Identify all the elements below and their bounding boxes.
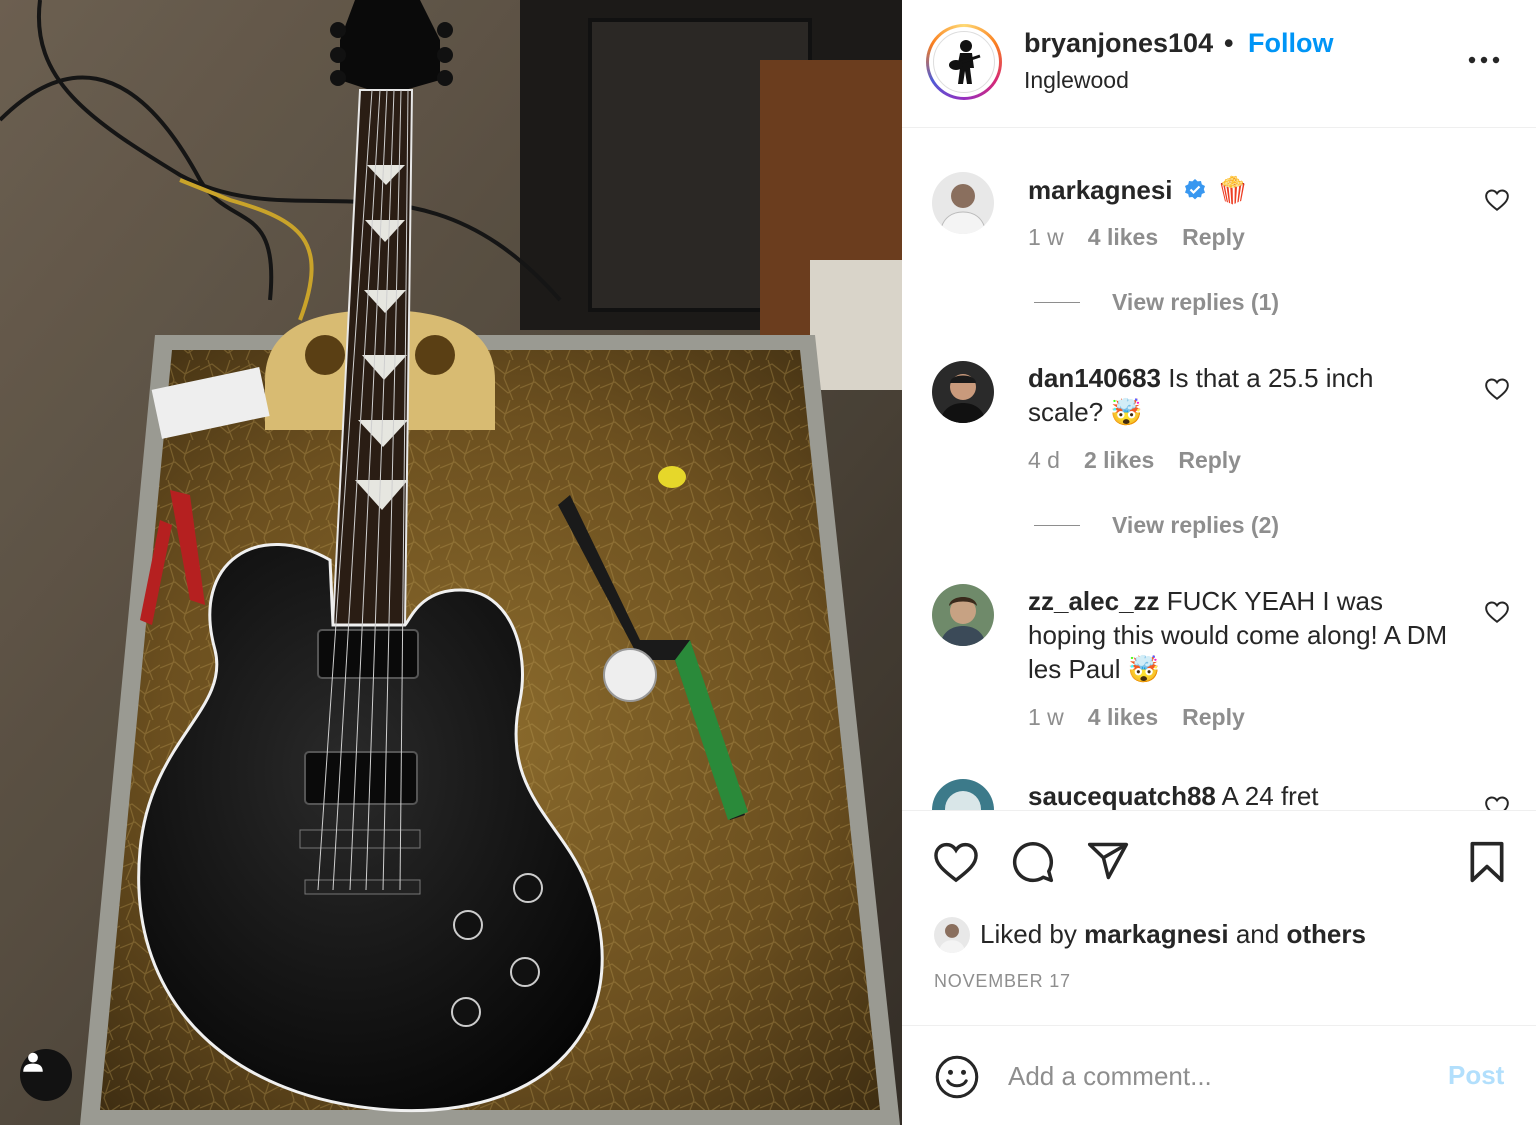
comment-time[interactable]: 1 w [1028, 704, 1064, 731]
avatar-photo [932, 361, 994, 423]
emoji-button[interactable] [934, 1054, 980, 1100]
comment-username[interactable]: dan140683 [1028, 363, 1161, 393]
heart-icon [1485, 189, 1509, 211]
liked-by-avatar[interactable] [934, 917, 970, 953]
view-replies-line [1034, 525, 1080, 526]
comment-username[interactable]: saucequatch88 [1028, 781, 1216, 810]
comment-emoji: 🍿 [1216, 175, 1249, 205]
heart-icon [1485, 378, 1509, 400]
commenter-avatar[interactable] [932, 779, 994, 810]
separator-dot: • [1224, 28, 1234, 58]
comment-time[interactable]: 4 d [1028, 447, 1060, 474]
liked-by-prefix: Liked by [980, 919, 1077, 949]
avatar-photo [932, 584, 994, 646]
bookmark-icon [1470, 841, 1504, 883]
follow-button[interactable]: Follow [1248, 28, 1333, 59]
comment-likes[interactable]: 2 likes [1084, 447, 1154, 474]
commenter-avatar[interactable] [932, 361, 994, 423]
liked-by-others[interactable]: others [1286, 919, 1365, 949]
comment-like-button[interactable] [1484, 794, 1510, 810]
author-avatar [933, 31, 995, 93]
avatar-photo [934, 917, 970, 953]
post-details-panel: bryanjones104 • Follow Inglewood markagn… [902, 0, 1536, 1125]
comment-input[interactable] [1008, 1056, 1428, 1096]
avatar-photo [932, 779, 994, 810]
comments-list[interactable]: markagnesi 🍿 1 w 4 likes Reply View repl… [902, 129, 1536, 810]
commenter-avatar[interactable] [932, 172, 994, 234]
comment-meta: 1 w 4 likes Reply [1028, 224, 1245, 251]
reply-button[interactable]: Reply [1178, 447, 1241, 474]
like-button[interactable] [932, 838, 980, 886]
post-header: bryanjones104 • Follow Inglewood [902, 0, 1536, 128]
avatar-photo [932, 172, 994, 234]
comment-username[interactable]: markagnesi [1028, 173, 1173, 207]
emoji-icon [935, 1055, 979, 1099]
verified-badge-icon [1184, 179, 1205, 200]
more-options-button[interactable] [1464, 42, 1504, 78]
comment-likes[interactable]: 4 likes [1088, 224, 1158, 251]
share-icon [1087, 842, 1129, 880]
liked-by-user[interactable]: markagnesi [1084, 919, 1229, 949]
author-avatar-story-ring[interactable] [926, 24, 1002, 100]
commenter-avatar[interactable] [932, 584, 994, 646]
reply-button[interactable]: Reply [1182, 224, 1245, 251]
author-username[interactable]: bryanjones104 [1024, 28, 1213, 59]
view-replies-line [1034, 302, 1080, 303]
save-button[interactable] [1463, 838, 1511, 886]
share-button[interactable] [1084, 837, 1132, 885]
heart-icon [1485, 601, 1509, 623]
comment-meta: 4 d 2 likes Reply [1028, 447, 1241, 474]
reply-button[interactable]: Reply [1182, 704, 1245, 731]
liked-by-text: Liked by markagnesi and others [980, 919, 1366, 950]
view-replies-button[interactable]: View replies (2) [1034, 512, 1279, 539]
comment-like-button[interactable] [1484, 376, 1510, 402]
user-tag-icon [23, 1052, 43, 1072]
comment-icon [1012, 841, 1054, 883]
comment-text: zz_alec_zz FUCK YEAH I was hoping this w… [1028, 584, 1448, 686]
heart-icon [1485, 796, 1509, 810]
post-actions: Liked by markagnesi and others NOVEMBER … [902, 810, 1536, 1025]
post-location[interactable]: Inglewood [1024, 67, 1129, 94]
view-replies-label: View replies (1) [1112, 289, 1280, 315]
guitar-photo-illustration [0, 0, 902, 1125]
post-date[interactable]: NOVEMBER 17 [934, 971, 1071, 992]
view-replies-label: View replies (2) [1112, 512, 1280, 538]
comment-button[interactable] [1009, 838, 1057, 886]
post-photo [0, 0, 902, 1125]
add-comment-bar: Post [902, 1025, 1536, 1125]
view-replies-button[interactable]: View replies (1) [1034, 289, 1279, 316]
more-options-icon [1468, 56, 1500, 64]
liked-by-conjunction: and [1235, 919, 1280, 949]
comment-likes[interactable]: 4 likes [1088, 704, 1158, 731]
heart-icon [934, 842, 978, 883]
comment-text: markagnesi 🍿 [1028, 173, 1388, 207]
comment-text: saucequatch88 A 24 fret [1028, 779, 1448, 810]
comment-time[interactable]: 1 w [1028, 224, 1064, 251]
guitarist-silhouette-icon [949, 40, 981, 84]
comment-like-button[interactable] [1484, 599, 1510, 625]
comment-username[interactable]: zz_alec_zz [1028, 586, 1160, 616]
comment-body: A 24 fret [1221, 781, 1319, 810]
comment-meta: 1 w 4 likes Reply [1028, 704, 1245, 731]
user-tag-button[interactable] [20, 1049, 72, 1101]
post-comment-button[interactable]: Post [1448, 1060, 1504, 1091]
comment-text: dan140683 Is that a 25.5 inch scale? 🤯 [1028, 361, 1448, 429]
comment-like-button[interactable] [1484, 187, 1510, 213]
